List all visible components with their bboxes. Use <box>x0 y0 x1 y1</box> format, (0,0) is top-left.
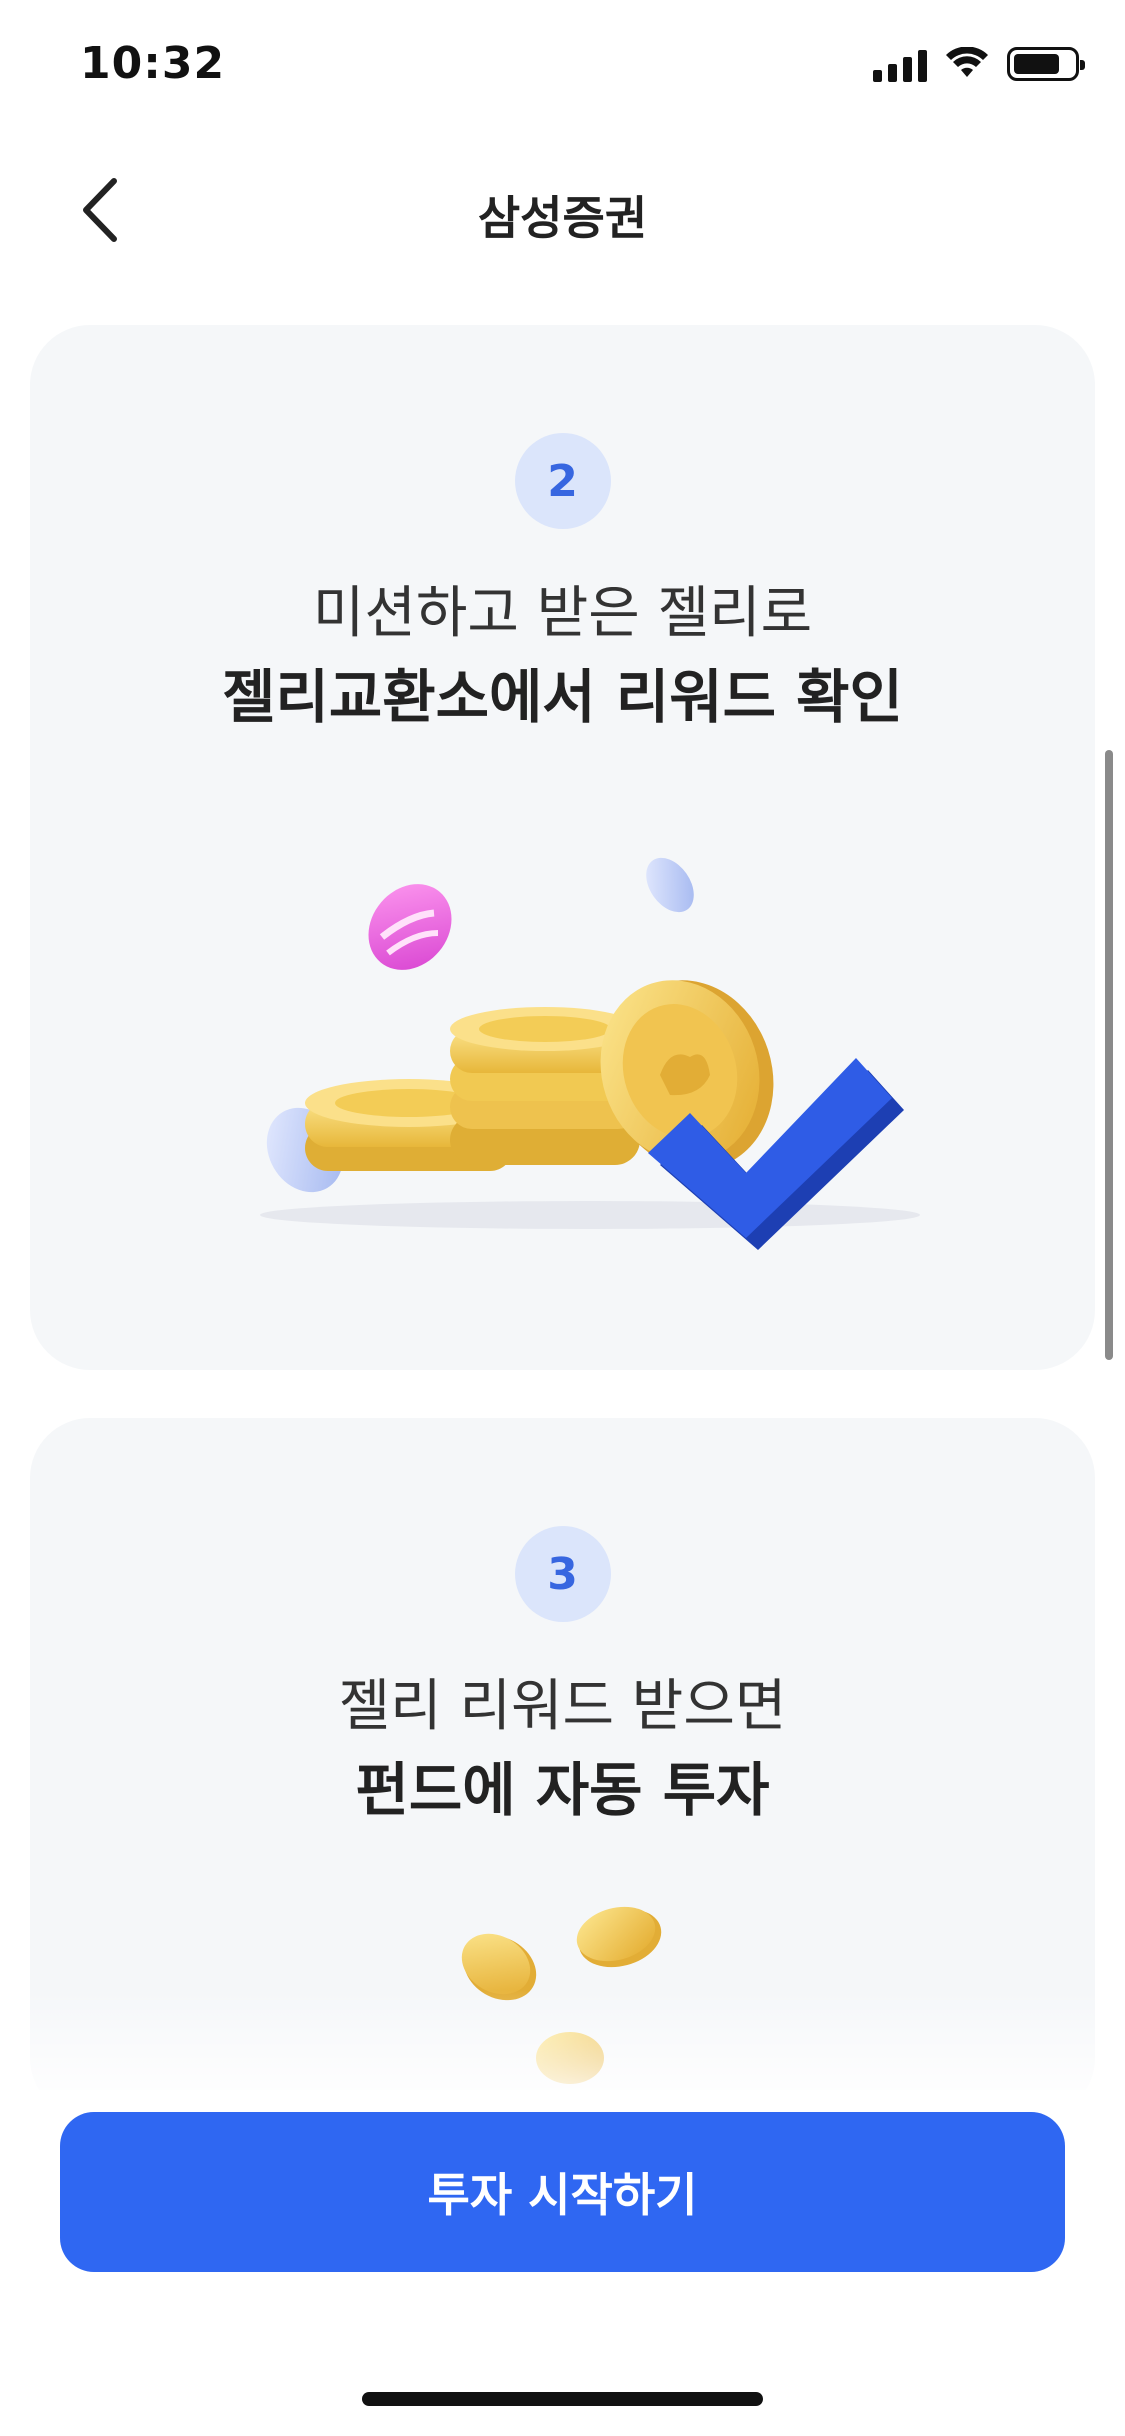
status-time: 10:32 <box>80 38 226 89</box>
card-title: 젤리교환소에서 리워드 확인 <box>222 663 903 731</box>
step-badge: 2 <box>514 433 611 529</box>
status-bar: 10:32 <box>0 0 1125 140</box>
home-indicator[interactable] <box>362 2392 763 2406</box>
battery-icon <box>1007 47 1085 81</box>
wifi-icon <box>946 47 988 77</box>
step-card-2: 2 미션하고 받은 젤리로 젤리교환소에서 리워드 확인 <box>30 325 1095 1370</box>
step-badge: 3 <box>514 1526 611 1622</box>
start-investing-button[interactable]: 투자 시작하기 <box>60 2112 1065 2272</box>
card-subtitle: 미션하고 받은 젤리로 <box>312 581 813 646</box>
scrollbar[interactable] <box>1105 750 1113 1360</box>
header: 삼성증권 <box>0 150 1125 270</box>
status-icons <box>873 46 1085 82</box>
page-title: 삼성증권 <box>477 191 648 245</box>
cellular-signal-icon <box>873 46 927 82</box>
coins-checkmark-illustration <box>260 857 920 1250</box>
card-subtitle: 젤리 리워드 받으면 <box>338 1674 787 1739</box>
card-title: 펀드에 자동 투자 <box>355 1756 770 1824</box>
